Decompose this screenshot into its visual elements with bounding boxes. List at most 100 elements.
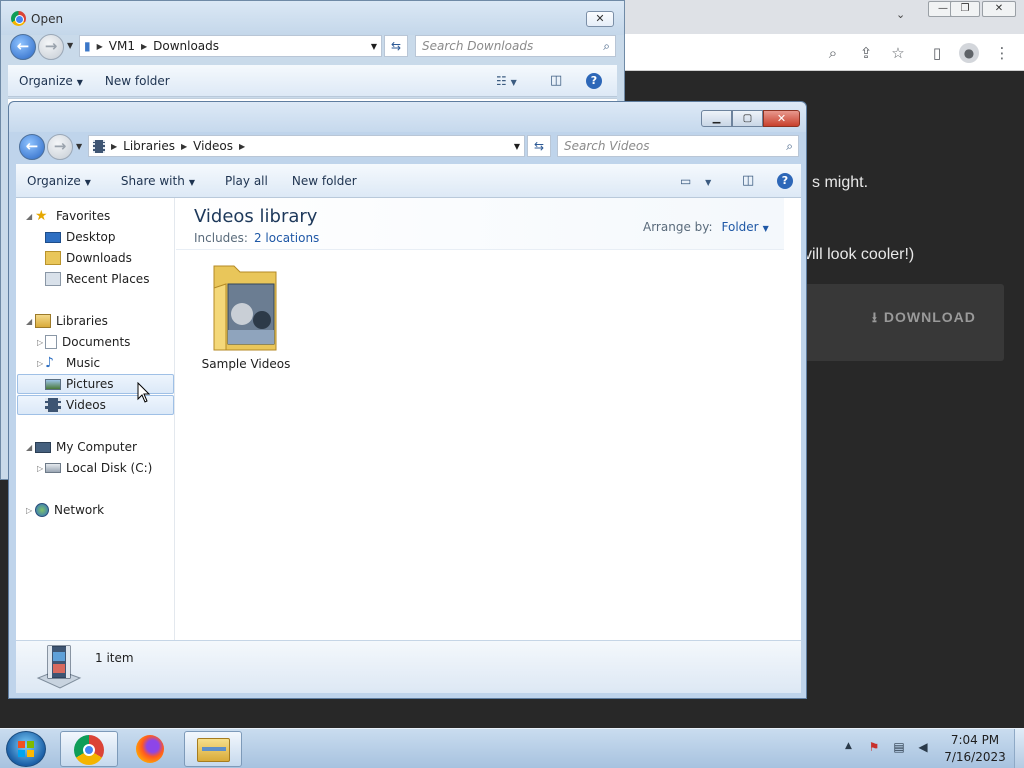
open-search-input[interactable]: Search Downloads ⌕ <box>415 35 616 57</box>
video-library-icon <box>93 139 105 153</box>
collapsed-arrow-icon[interactable]: ▷ <box>37 338 43 347</box>
locations-link[interactable]: 2 locations <box>254 231 319 245</box>
nav-item-music[interactable]: ♪ Music <box>45 353 100 373</box>
maximize-button[interactable]: ▢ <box>732 110 763 127</box>
open-organize-label: Organize <box>19 73 73 88</box>
collapsed-arrow-icon[interactable]: ▷ <box>37 359 43 368</box>
folder-item-sample-videos[interactable]: Sample Videos <box>196 258 296 378</box>
help-icon[interactable]: ? <box>586 72 602 89</box>
search-input[interactable]: Search Videos ⌕ <box>557 135 799 157</box>
share-icon[interactable]: ⇪ <box>856 43 876 63</box>
nav-item-my-computer[interactable]: My Computer <box>35 437 137 457</box>
show-hidden-icons-icon[interactable]: ▲ <box>845 741 852 751</box>
taskbar-firefox-button[interactable] <box>122 731 180 767</box>
hard-disk-icon <box>45 463 61 473</box>
explorer-titlebar[interactable]: ▁ ▢ ✕ <box>9 102 806 132</box>
collapsed-arrow-icon[interactable]: ▷ <box>37 464 43 473</box>
clock-date[interactable]: 7/16/2023 <box>940 750 1010 764</box>
address-dropdown-icon[interactable]: ▼ <box>514 142 520 151</box>
download-button[interactable]: ⭳ DOWNLOAD <box>872 306 992 328</box>
navigation-pane: ◢ ★ Favorites Desktop Downloads Recent Pl… <box>16 198 175 640</box>
nav-label: Recent Places <box>66 272 150 286</box>
arrange-by: Arrange by: Folder ▼ <box>643 220 769 234</box>
nav-label: Downloads <box>66 251 132 265</box>
action-center-icon[interactable]: ⚑ <box>866 739 882 755</box>
clock-time[interactable]: 7:04 PM <box>940 733 1010 747</box>
network-icon <box>35 503 49 517</box>
help-icon[interactable]: ? <box>777 172 793 189</box>
show-desktop-button[interactable] <box>1014 729 1024 768</box>
chrome-close-button[interactable]: ✕ <box>982 1 1016 17</box>
chrome-restore-button[interactable]: ❐ <box>950 1 980 17</box>
views-icon[interactable]: ☷ ▼ <box>496 74 517 88</box>
preview-pane-icon[interactable]: ◫ <box>742 173 754 188</box>
nav-label: Documents <box>62 335 131 349</box>
address-dropdown-icon[interactable]: ▼ <box>371 42 377 51</box>
firefox-logo-icon <box>136 735 164 763</box>
open-refresh-button[interactable]: ⇆ <box>384 35 408 57</box>
sidepanel-icon[interactable]: ▯ <box>927 43 947 63</box>
nav-item-network[interactable]: Network <box>35 500 104 520</box>
network-tray-icon[interactable]: ▤ <box>891 739 907 755</box>
taskbar-explorer-button[interactable] <box>184 731 242 767</box>
nav-label: Desktop <box>66 230 116 244</box>
address-bar[interactable]: ▶ Libraries ▶ Videos ▶ ▼ <box>88 135 525 157</box>
minimize-button[interactable]: ▁ <box>701 110 732 127</box>
computer-icon <box>35 441 51 453</box>
preview-pane-icon[interactable]: ◫ <box>550 73 562 88</box>
change-view-icon[interactable]: ▭ ▼ <box>680 174 711 188</box>
nav-item-local-disk[interactable]: Local Disk (C:) <box>45 458 152 478</box>
expanded-arrow-icon[interactable]: ◢ <box>26 317 32 326</box>
nav-item-downloads[interactable]: Downloads <box>45 248 132 268</box>
nav-item-desktop[interactable]: Desktop <box>45 227 116 247</box>
star-icon[interactable]: ☆ <box>888 43 908 63</box>
collapsed-arrow-icon[interactable]: ▷ <box>26 506 32 515</box>
nav-label: My Computer <box>56 440 137 454</box>
taskbar-chrome-button[interactable] <box>60 731 118 767</box>
play-all-button[interactable]: Play all <box>206 174 279 188</box>
open-new-folder-button[interactable]: New folder <box>94 74 181 88</box>
close-button[interactable]: ✕ <box>763 110 800 127</box>
arrange-label: Arrange by: <box>643 220 713 234</box>
breadcrumb-libraries[interactable]: Libraries <box>123 139 175 153</box>
recent-pages-icon[interactable]: ▼ <box>67 41 73 50</box>
open-command-bar: Organize ▼ New folder ☷ ▼ ◫ ? <box>8 65 617 97</box>
chrome-logo-icon <box>11 11 26 26</box>
breadcrumb-downloads[interactable]: Downloads <box>153 39 219 53</box>
forward-button[interactable]: → <box>47 134 73 160</box>
share-with-button[interactable]: Share with ▼ <box>102 174 206 188</box>
account-icon[interactable]: ● <box>959 43 979 63</box>
video-library-icon <box>36 645 82 689</box>
search-icon[interactable]: ⌕ <box>823 43 843 63</box>
videos-icon <box>45 398 61 412</box>
nav-item-libraries[interactable]: Libraries <box>35 311 108 331</box>
breadcrumb-separator-icon: ▶ <box>140 41 148 51</box>
pictures-icon <box>45 378 61 390</box>
expanded-arrow-icon[interactable]: ◢ <box>26 212 32 221</box>
open-organize-button[interactable]: Organize ▼ <box>8 74 94 88</box>
breadcrumb-videos[interactable]: Videos <box>193 139 233 153</box>
breadcrumb-vm1[interactable]: VM1 <box>109 39 135 53</box>
back-button[interactable]: ← <box>19 134 45 160</box>
back-button[interactable]: ← <box>10 34 36 60</box>
open-address-bar[interactable]: ▮ ▶ VM1 ▶ Downloads ▼ <box>79 35 382 57</box>
chevron-down-icon[interactable]: ⌄ <box>896 8 905 21</box>
nav-item-documents[interactable]: Documents <box>45 332 130 352</box>
expanded-arrow-icon[interactable]: ◢ <box>26 443 32 452</box>
start-button[interactable] <box>6 731 46 767</box>
open-titlebar[interactable]: Open ✕ <box>1 1 624 35</box>
refresh-button[interactable]: ⇆ <box>527 135 551 157</box>
recent-pages-icon[interactable]: ▼ <box>76 142 82 151</box>
caret-down-icon: ▼ <box>84 177 91 187</box>
organize-button[interactable]: Organize ▼ <box>16 174 102 188</box>
arrange-by-dropdown[interactable]: Folder ▼ <box>722 220 769 234</box>
arrange-value: Folder <box>721 220 759 234</box>
open-close-button[interactable]: ✕ <box>586 11 614 27</box>
nav-item-favorites[interactable]: ★ Favorites <box>35 206 110 226</box>
forward-button[interactable]: → <box>38 34 64 60</box>
nav-item-recent-places[interactable]: Recent Places <box>45 269 149 289</box>
new-folder-button[interactable]: New folder <box>279 174 368 188</box>
volume-icon[interactable]: ◀ <box>915 739 931 755</box>
includes-label: Includes: <box>194 231 248 245</box>
menu-icon[interactable]: ⋮ <box>992 43 1012 63</box>
